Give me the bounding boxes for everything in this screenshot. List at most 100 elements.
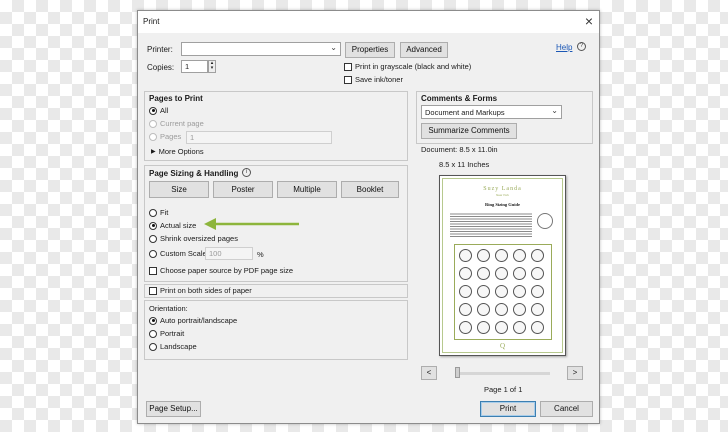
info-icon[interactable]: i — [242, 168, 251, 177]
poster-tab-button[interactable]: Poster — [213, 181, 273, 198]
both-sides-label: Print on both sides of paper — [160, 286, 252, 295]
preview-heading: Ring Sizing Guide — [484, 202, 520, 207]
prev-icon[interactable]: < — [421, 366, 437, 380]
save-ink-option[interactable]: Save ink/toner — [344, 75, 403, 84]
shrink-label: Shrink oversized pages — [160, 234, 238, 243]
auto-orientation-radio[interactable] — [149, 316, 157, 325]
actual-size-label: Actual size — [160, 221, 197, 230]
portrait-option[interactable]: Portrait — [149, 329, 184, 338]
copies-label: Copies: — [147, 63, 175, 72]
ring-circle — [477, 249, 490, 262]
actual-size-radio[interactable] — [149, 221, 157, 230]
paper-source-checkbox[interactable] — [149, 266, 157, 275]
print-button[interactable]: Print — [480, 401, 536, 417]
page-counter: Page 1 of 1 — [484, 385, 523, 394]
help-link[interactable]: Help — [556, 43, 572, 52]
ring-circle — [513, 267, 526, 280]
document-size: Document: 8.5 x 11.0in — [421, 145, 498, 154]
pages-all-label: All — [160, 106, 169, 115]
ring-icon — [537, 213, 553, 229]
ring-circle — [459, 303, 472, 316]
help-info-icon[interactable]: ? — [577, 42, 586, 51]
ring-circle — [513, 303, 526, 316]
actual-size-option[interactable]: Actual size — [149, 221, 196, 230]
page-slider-track[interactable] — [455, 372, 550, 375]
pages-range-input[interactable]: 1 — [186, 131, 332, 144]
expand-triangle-icon: ▶ — [151, 149, 156, 155]
comments-value: Document and Markups — [425, 108, 505, 117]
ring-circle — [513, 249, 526, 262]
ring-circle — [459, 249, 472, 262]
grayscale-option[interactable]: Print in grayscale (black and white) — [344, 62, 471, 71]
fit-label: Fit — [160, 208, 169, 217]
printer-label: Printer: — [147, 45, 173, 54]
portrait-radio[interactable] — [149, 329, 157, 338]
dialog-title: Print — [143, 17, 160, 26]
size-tab-button[interactable]: Size — [149, 181, 209, 198]
pages-range-radio[interactable] — [149, 132, 157, 141]
current-page-option[interactable]: Current page — [149, 119, 204, 128]
summarize-comments-button[interactable]: Summarize Comments — [421, 123, 517, 139]
landscape-radio[interactable] — [149, 342, 157, 351]
shrink-radio[interactable] — [149, 234, 157, 243]
custom-scale-radio[interactable] — [149, 249, 157, 258]
fit-option[interactable]: Fit — [149, 208, 168, 217]
ring-circle — [531, 321, 544, 334]
chevron-down-icon: ⌄ — [551, 106, 558, 115]
pages-range-label: Pages — [160, 132, 182, 141]
stepper-icon[interactable]: ▴ ▾ — [208, 60, 216, 73]
ring-circle — [495, 303, 508, 316]
page-preview: Suzy Landa New York Ring Sizing Guide Q — [439, 175, 566, 356]
properties-button[interactable]: Properties — [345, 42, 395, 58]
comments-select[interactable]: Document and Markups ⌄ — [421, 105, 562, 119]
landscape-label: Landscape — [160, 342, 197, 351]
both-sides-option[interactable]: Print on both sides of paper — [149, 286, 252, 295]
ring-circle — [477, 321, 490, 334]
multiple-tab-button[interactable]: Multiple — [277, 181, 337, 198]
ring-circle — [477, 285, 490, 298]
landscape-option[interactable]: Landscape — [149, 342, 197, 351]
ring-circle — [495, 249, 508, 262]
ring-circle — [513, 321, 526, 334]
preview-ring-grid — [454, 244, 552, 340]
preview-text-block — [450, 212, 532, 238]
grayscale-label: Print in grayscale (black and white) — [355, 62, 472, 71]
advanced-button[interactable]: Advanced — [400, 42, 448, 58]
copies-input[interactable]: 1 — [181, 60, 208, 73]
ring-circle — [459, 321, 472, 334]
page-slider-thumb[interactable] — [455, 367, 460, 378]
cancel-button[interactable]: Cancel — [540, 401, 593, 417]
paper-source-label: Choose paper source by PDF page size — [160, 266, 293, 275]
arrow-icon — [204, 218, 299, 230]
printer-select[interactable]: ⌄ — [181, 42, 341, 56]
save-ink-checkbox[interactable] — [344, 75, 352, 84]
custom-scale-value: 100 — [209, 249, 222, 258]
page-sizing-title: Page Sizing & Handling — [149, 169, 239, 178]
both-sides-checkbox[interactable] — [149, 286, 157, 295]
page-setup-button[interactable]: Page Setup... — [146, 401, 201, 417]
pages-all-radio[interactable] — [149, 106, 157, 115]
grayscale-checkbox[interactable] — [344, 62, 352, 71]
ring-circle — [513, 285, 526, 298]
ring-circle — [531, 267, 544, 280]
custom-scale-input[interactable]: 100 — [205, 247, 253, 260]
next-icon[interactable]: > — [567, 366, 583, 380]
shrink-option[interactable]: Shrink oversized pages — [149, 234, 238, 243]
pages-range-option[interactable]: Pages — [149, 132, 181, 141]
auto-orientation-option[interactable]: Auto portrait/landscape — [149, 316, 237, 325]
current-page-radio[interactable] — [149, 119, 157, 128]
close-icon[interactable]: × — [585, 13, 593, 29]
ring-circle — [531, 249, 544, 262]
more-options-toggle[interactable]: ▶ More Options — [151, 147, 204, 156]
custom-scale-option[interactable]: Custom Scale: — [149, 249, 209, 258]
comments-title: Comments & Forms — [421, 94, 498, 103]
booklet-tab-button[interactable]: Booklet — [341, 181, 399, 198]
fit-radio[interactable] — [149, 208, 157, 217]
ring-circle — [477, 303, 490, 316]
pages-all-option[interactable]: All — [149, 106, 168, 115]
chevron-down-icon: ⌄ — [330, 43, 337, 52]
ring-circle — [531, 285, 544, 298]
paper-source-option[interactable]: Choose paper source by PDF page size — [149, 266, 293, 275]
orientation-title: Orientation: — [149, 304, 188, 313]
ring-circle — [495, 285, 508, 298]
